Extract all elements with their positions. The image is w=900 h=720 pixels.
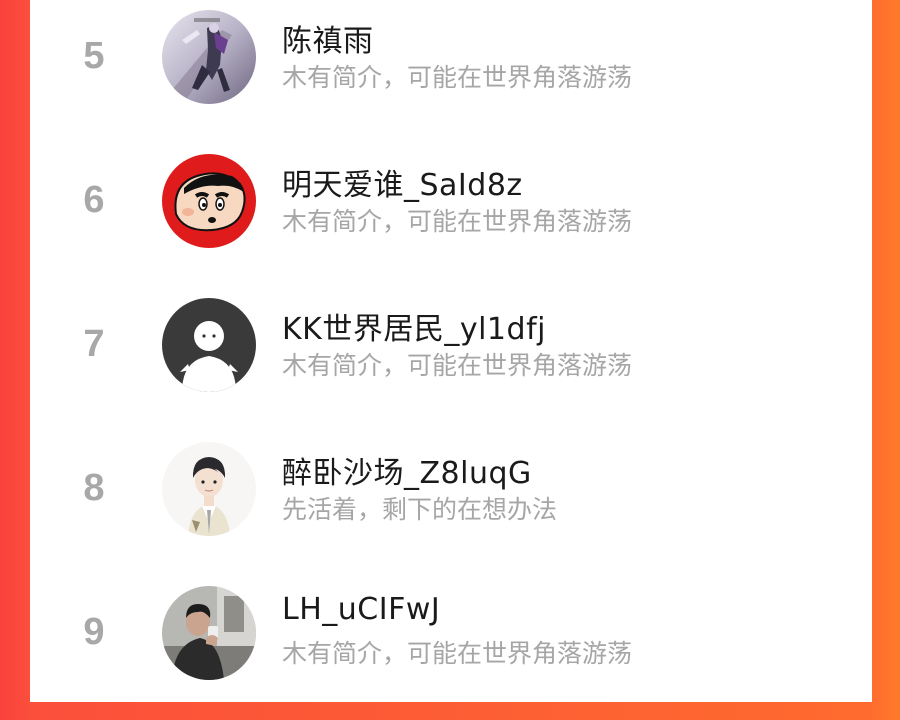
illustrated-boy-avatar-icon[interactable] — [162, 442, 256, 536]
user-name[interactable]: 醉卧沙场_Z8luqG — [282, 448, 532, 492]
leaderboard-row[interactable]: 6 明天爱谁_SaId8z 木有简介，可能在世界角落游荡 — [30, 144, 872, 288]
photo-person-avatar-icon[interactable] — [162, 586, 256, 680]
default-user-avatar-icon[interactable] — [162, 298, 256, 392]
user-name[interactable]: LH_uCIFwJ — [282, 592, 440, 627]
leaderboard-row[interactable]: 9 LH_uCIFwJ 木有简介，可能在世界角落游荡 — [30, 576, 872, 720]
leaderboard-row[interactable]: 5 陈禛雨 木有简介，可能在世界角落游荡 — [30, 0, 872, 144]
user-bio: 木有简介，可能在世界角落游荡 — [282, 207, 633, 236]
leaderboard-row[interactable]: 8 醉卧沙场_Z8luqG 先活着，剩下的在想办法 — [30, 432, 872, 576]
user-bio: 木有简介，可能在世界角落游荡 — [282, 639, 633, 668]
user-name[interactable]: 陈禛雨 — [282, 16, 374, 60]
leaderboard-row[interactable]: 7 KK世界居民_yl1dfj 木有简介，可能在世界角落游荡 — [30, 288, 872, 432]
user-name[interactable]: KK世界居民_yl1dfj — [282, 304, 546, 348]
crayon-shinchan-avatar-icon[interactable] — [162, 154, 256, 248]
user-bio: 木有简介，可能在世界角落游荡 — [282, 351, 633, 380]
user-bio: 木有简介，可能在世界角落游荡 — [282, 63, 633, 92]
leaderboard-card: 5 陈禛雨 木有简介，可能在世界角落游荡 6 明天爱谁_SaId8z 木有简介，… — [30, 0, 872, 702]
user-bio: 先活着，剩下的在想办法 — [282, 495, 558, 524]
rank-number: 7 — [83, 323, 105, 365]
rank-number: 8 — [83, 467, 105, 509]
rank-number: 9 — [83, 611, 105, 653]
user-name[interactable]: 明天爱谁_SaId8z — [282, 160, 523, 204]
rank-number: 6 — [83, 179, 105, 221]
rank-number: 5 — [83, 35, 105, 77]
anime-mecha-avatar-icon[interactable] — [162, 10, 256, 104]
